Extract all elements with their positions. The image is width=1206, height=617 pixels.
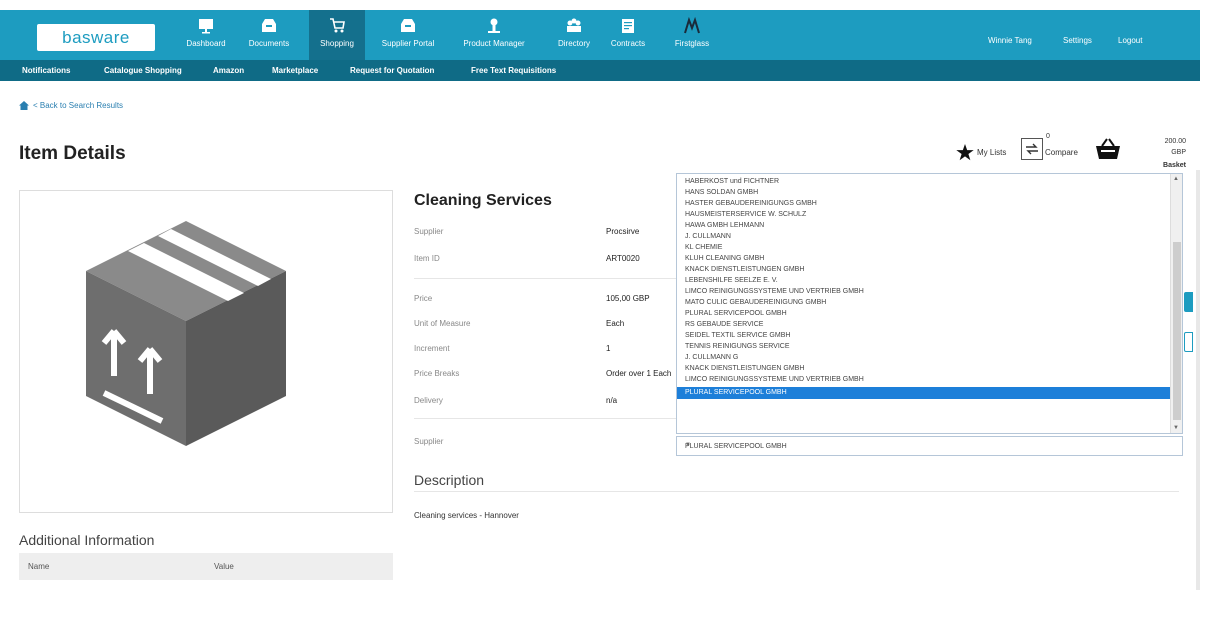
supplier-select[interactable]: PLURAL SERVICEPOOL GMBH ▼ <box>676 436 1183 456</box>
dropdown-option[interactable]: RS GEBAUDE SERVICE <box>677 320 1171 330</box>
star-icon <box>956 144 974 161</box>
subnav-notifications[interactable]: Notifications <box>22 66 70 75</box>
supplier-dropdown-list[interactable]: HABERKOST und FICHTNER HANS SOLDAN GMBH … <box>676 173 1183 434</box>
breadcrumb[interactable]: < Back to Search Results <box>19 101 123 110</box>
nav-supplier-portal[interactable]: Supplier Portal <box>372 10 444 60</box>
package-icon <box>86 221 286 446</box>
dropdown-option[interactable]: LIMCO REINIGUNGSSYSTEME UND VERTRIEB GMB… <box>677 375 1171 385</box>
detail-label: Price Breaks <box>414 369 460 378</box>
basket-label: Basket <box>1163 162 1186 169</box>
dropdown-option[interactable]: TENNIS REINIGUNGS SERVICE <box>677 342 1171 352</box>
user-name-link[interactable]: Winnie Tang <box>988 36 1032 45</box>
dropdown-option[interactable]: HAWA GMBH LEHMANN <box>677 221 1171 231</box>
dropdown-option[interactable]: SEIDEL TEXTIL SERVICE GMBH <box>677 331 1171 341</box>
nav-shopping[interactable]: Shopping <box>309 10 365 60</box>
additional-information-table-header: Name Value <box>19 553 393 580</box>
dropdown-option[interactable]: J. CULLMANN G <box>677 353 1171 363</box>
subnav-free-text-requisitions[interactable]: Free Text Requisitions <box>471 66 556 75</box>
dropdown-option[interactable]: KNACK DIENSTLEISTUNGEN GMBH <box>677 364 1171 374</box>
compare-icon <box>1021 138 1043 160</box>
detail-value: 1 <box>606 344 611 353</box>
dropdown-option-selected[interactable]: PLURAL SERVICEPOOL GMBH <box>677 387 1171 399</box>
basware-logo[interactable]: basware <box>37 24 155 51</box>
basket-icon[interactable] <box>1093 137 1123 163</box>
detail-value: 105,00 GBP <box>606 294 650 303</box>
nav-product-manager[interactable]: Product Manager <box>456 10 532 60</box>
dropdown-option[interactable]: J. CULLMANN <box>677 232 1171 242</box>
dropdown-option[interactable]: LIMCO REINIGUNGSSYSTEME UND VERTRIEB GMB… <box>677 287 1171 297</box>
nav-contracts[interactable]: Contracts <box>604 10 652 60</box>
description-text: Cleaning services - Hannover <box>414 511 519 520</box>
scroll-down-icon[interactable]: ▼ <box>1173 425 1179 431</box>
dropdown-option[interactable]: HAUSMEISTERSERVICE W. SCHULZ <box>677 210 1171 220</box>
detail-label: Delivery <box>414 396 443 405</box>
item-title: Cleaning Services <box>414 192 552 209</box>
dropdown-option[interactable]: HANS SOLDAN GMBH <box>677 188 1171 198</box>
detail-label: Increment <box>414 344 450 353</box>
dropdown-option[interactable]: PLURAL SERVICEPOOL GMBH <box>677 309 1171 319</box>
logo-text: basware <box>62 27 130 47</box>
back-to-search-results-link[interactable]: < Back to Search Results <box>33 101 123 110</box>
monitor-icon <box>199 19 213 34</box>
column-name: Name <box>28 562 50 571</box>
logout-link[interactable]: Logout <box>1118 36 1142 45</box>
sub-navigation-bar: Notifications Catalogue Shopping Amazon … <box>0 60 1200 81</box>
detail-value: ART0020 <box>606 254 640 263</box>
additional-information-title: Additional Information <box>19 532 155 548</box>
dropdown-option[interactable]: MATO CULIC GEBAUDEREINIGUNG GMBH <box>677 298 1171 308</box>
product-image-panel <box>19 190 393 513</box>
inbox-icon <box>401 19 415 32</box>
dropdown-option[interactable]: LEBENSHILFE SEELZE E. V. <box>677 276 1171 286</box>
side-tab[interactable] <box>1184 332 1193 352</box>
detail-value: Order over 1 Each <box>606 369 672 378</box>
nav-dashboard[interactable]: Dashboard <box>176 10 236 60</box>
nav-documents[interactable]: Documents <box>237 10 301 60</box>
page-title: Item Details <box>19 143 126 164</box>
page-scrollbar[interactable] <box>1196 170 1200 590</box>
dropdown-option[interactable]: KLUH CLEANING GMBH <box>677 254 1171 264</box>
chevron-down-icon: ▼ <box>685 442 691 448</box>
nav-directory[interactable]: Directory <box>548 10 600 60</box>
detail-label: Item ID <box>414 254 440 263</box>
cart-icon <box>330 18 345 33</box>
basket-summary[interactable]: 200.00 GBP Basket <box>1152 136 1186 171</box>
detail-value: n/a <box>606 396 618 405</box>
dropdown-option[interactable]: HASTER GEBAUDEREINIGUNGS GMBH <box>677 199 1171 209</box>
detail-label: Supplier <box>414 227 444 236</box>
detail-value: Procsirve <box>606 227 640 236</box>
settings-link[interactable]: Settings <box>1063 36 1092 45</box>
detail-value: Each <box>606 319 625 328</box>
document-icon <box>622 19 634 33</box>
dropdown-scrollbar[interactable]: ▲ ▼ <box>1170 174 1182 433</box>
subnav-amazon[interactable]: Amazon <box>213 66 244 75</box>
top-navigation-bar: basware Dashboard Documents Shopping Sup… <box>0 10 1200 60</box>
subnav-request-for-quotation[interactable]: Request for Quotation <box>350 66 434 75</box>
detail-label: Unit of Measure <box>414 319 471 328</box>
my-lists-button[interactable]: My Lists <box>956 144 1006 161</box>
divider <box>414 491 1179 492</box>
detail-label: Price <box>414 294 433 303</box>
basket-amount: 200.00 GBP <box>1164 138 1186 156</box>
person-icon <box>488 18 500 33</box>
inbox-icon <box>262 19 276 32</box>
dropdown-option[interactable]: KL CHEMIE <box>677 243 1171 253</box>
dropdown-option[interactable]: KNACK DIENSTLEISTUNGEN GMBH <box>677 265 1171 275</box>
scroll-up-icon[interactable]: ▲ <box>1173 176 1179 182</box>
people-icon <box>567 18 581 32</box>
side-tab[interactable] <box>1184 292 1193 312</box>
home-icon <box>19 101 29 110</box>
dropdown-option[interactable]: HABERKOST und FICHTNER <box>677 177 1171 187</box>
column-value: Value <box>214 562 234 571</box>
divider <box>414 418 676 419</box>
compare-button[interactable]: 0 Compare <box>1021 133 1078 160</box>
dropdown-scroll-thumb[interactable] <box>1173 242 1181 420</box>
description-title: Description <box>414 472 485 488</box>
nav-firstglass[interactable]: Firstglass <box>662 10 722 60</box>
supplier-select-label: Supplier <box>414 437 444 446</box>
logo-icon <box>684 16 700 34</box>
divider <box>414 278 676 279</box>
compare-count: 0 <box>1046 133 1050 140</box>
subnav-marketplace[interactable]: Marketplace <box>272 66 318 75</box>
subnav-catalogue-shopping[interactable]: Catalogue Shopping <box>104 66 182 75</box>
